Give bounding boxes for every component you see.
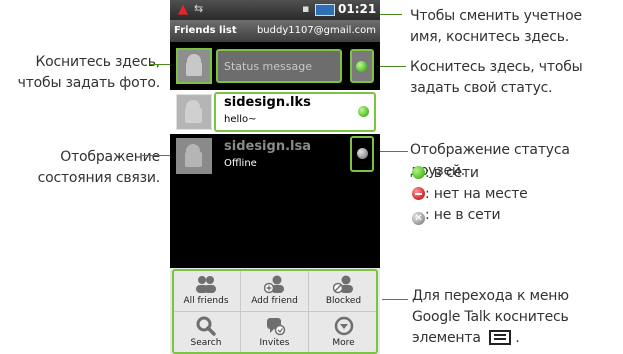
busy-dot-icon — [412, 187, 425, 200]
callout-account: Чтобы сменить учетное имя, коснитесь зде… — [410, 8, 582, 45]
friend-status: hello~ — [224, 114, 257, 125]
menu-key-icon — [488, 330, 511, 345]
my-online-dot-icon — [356, 61, 367, 72]
android-avatar-icon — [186, 54, 202, 76]
friend-name: sidesign.lsa — [224, 139, 311, 154]
callout-menu-1: Для перехода к меню — [412, 288, 569, 304]
callout-connection: Отображение состояния связи. — [37, 149, 161, 186]
legend-offline-label: : не в сети — [425, 207, 501, 223]
usb-icon: ⇆ — [194, 2, 204, 15]
friend-online-dot-icon — [358, 106, 369, 117]
status-time: 01:21 — [338, 2, 377, 16]
status-message-placeholder: Status message — [224, 60, 312, 73]
my-status-row: Status message — [170, 44, 380, 88]
callout-photo: Коснитесь здесь, чтобы задать фото. — [17, 54, 161, 91]
friend-avatar — [176, 94, 212, 130]
legend-online: : в сети — [412, 163, 612, 184]
friend-row[interactable]: sidesign.lsa Offline — [170, 134, 380, 178]
callout-menu-2: Google Talk коснитесь — [412, 309, 569, 325]
legend-busy-label: : нет на месте — [425, 186, 528, 202]
menu-highlight — [172, 269, 378, 354]
friend-name: sidesign.lks — [224, 95, 311, 110]
callout-menu-3: элемента . — [412, 328, 623, 349]
my-status-button[interactable] — [350, 49, 374, 83]
online-dot-icon — [412, 166, 425, 179]
friend-offline-dot-icon — [357, 148, 368, 159]
legend-online-label: : в сети — [425, 165, 479, 181]
friends-list-header: Friends list buddy1107@gmail.com — [170, 20, 380, 42]
callout-status-line — [378, 66, 406, 67]
offline-dot-icon: ✕ — [412, 212, 425, 225]
friend-status: Offline — [224, 158, 257, 169]
android-avatar-icon — [185, 100, 202, 123]
status-legend: : в сети : нет на месте ✕: не в сети — [412, 163, 612, 226]
status-bar: ▲ ⇆ ▪ 01:21 — [170, 0, 380, 20]
callout-menu-3-label: элемента — [412, 330, 481, 346]
warning-icon: ▲ — [178, 2, 188, 17]
callout-menu-line — [382, 299, 408, 300]
account-name[interactable]: buddy1107@gmail.com — [257, 25, 376, 36]
header-title: Friends list — [174, 25, 237, 36]
friend-row[interactable]: sidesign.lks hello~ — [170, 90, 380, 134]
phone-screen: ▲ ⇆ ▪ 01:21 Friends list buddy1107@gmail… — [170, 0, 380, 354]
callout-friends-status-line — [376, 151, 408, 152]
signal-icon: ▪ — [302, 2, 310, 15]
legend-busy: : нет на месте — [412, 184, 612, 205]
callout-status: Коснитесь здесь, чтобы задать свой стату… — [410, 59, 583, 96]
status-message-field[interactable]: Status message — [216, 49, 342, 83]
callout-menu-3-end: . — [515, 330, 520, 346]
battery-icon — [315, 4, 335, 16]
my-avatar[interactable] — [176, 48, 212, 84]
android-avatar-icon — [185, 144, 202, 167]
options-menu: All friends Add friend Blocked Search In… — [170, 268, 380, 354]
friend-avatar — [176, 138, 212, 174]
legend-offline: ✕: не в сети — [412, 205, 612, 226]
